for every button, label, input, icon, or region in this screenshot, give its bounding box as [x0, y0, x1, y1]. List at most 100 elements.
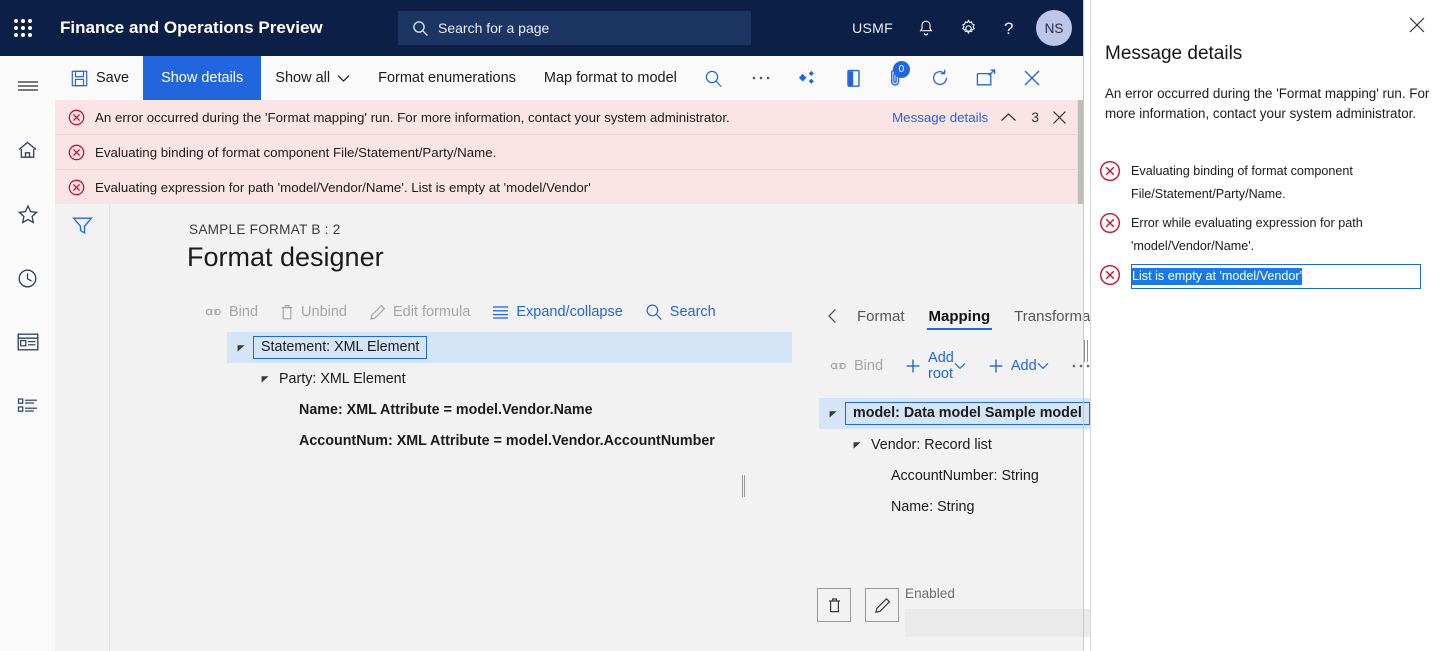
unbind-label: Unbind: [301, 304, 347, 320]
format-enumerations-button[interactable]: Format enumerations: [364, 56, 530, 100]
format-tree-node[interactable]: Name: XML Attribute = model.Vendor.Name: [227, 394, 792, 425]
expander-icon[interactable]: [823, 409, 843, 419]
message-count: 3: [1031, 109, 1039, 125]
mapping-pane: Format Mapping Transformations Bind Add …: [809, 292, 1160, 651]
edit-formula-button[interactable]: Edit formula: [358, 296, 481, 328]
related-information-button[interactable]: [786, 56, 832, 100]
ellipsis-icon: [1071, 362, 1091, 370]
chevron-up-icon[interactable]: [1000, 112, 1017, 123]
unbind-button[interactable]: Unbind: [269, 296, 358, 328]
bind-label: Bind: [229, 304, 259, 320]
expand-collapse-label: Expand/collapse: [516, 304, 623, 320]
message-text: An error occurred during the 'Format map…: [95, 109, 730, 125]
overflow-menu-button[interactable]: [736, 56, 786, 100]
app-launcher-icon[interactable]: [0, 0, 46, 56]
filter-rail: [55, 204, 110, 651]
save-button[interactable]: Save: [55, 56, 143, 100]
nav-right-group: USMF ? NS: [840, 0, 1084, 56]
expander-icon[interactable]: [255, 374, 275, 384]
close-icon[interactable]: [1404, 12, 1430, 38]
format-tree-node[interactable]: Statement: XML Element: [227, 332, 792, 363]
map-format-to-model-button[interactable]: Map format to model: [530, 56, 691, 100]
filter-icon[interactable]: [55, 204, 109, 248]
delete-button[interactable]: [817, 588, 851, 622]
show-all-dropdown[interactable]: Show all: [261, 56, 364, 100]
open-in-new-window-button[interactable]: [963, 56, 1009, 100]
message-actions: Message details 3: [892, 100, 1068, 134]
bind-button[interactable]: Bind: [194, 296, 269, 328]
left-navigation-rail: [0, 56, 56, 651]
open-in-office-button[interactable]: [832, 56, 875, 100]
enabled-label: Enabled: [905, 586, 955, 601]
attachments-count-badge: 0: [892, 61, 910, 78]
tab-format[interactable]: Format: [845, 298, 917, 334]
open-in-office-icon: [845, 69, 862, 88]
message-text: Evaluating expression for path 'model/Ve…: [95, 179, 591, 195]
star-icon[interactable]: [0, 190, 55, 238]
flyout-message-input[interactable]: List is empty at 'model/Vendor': [1131, 264, 1421, 289]
expand-collapse-button[interactable]: Expand/collapse: [481, 296, 633, 328]
tree-splitter-handle[interactable]: [742, 475, 745, 497]
flyout-message-text: Error while evaluating expression for pa…: [1131, 216, 1363, 253]
format-tree-node[interactable]: AccountNum: XML Attribute = model.Vendor…: [227, 425, 792, 456]
refresh-button[interactable]: [917, 56, 963, 100]
avatar[interactable]: NS: [1036, 10, 1072, 46]
expander-icon[interactable]: [231, 343, 251, 353]
breadcrumb: SAMPLE FORMAT B : 2: [189, 222, 341, 237]
close-page-button[interactable]: [1009, 56, 1055, 100]
modules-icon[interactable]: [0, 382, 55, 430]
command-search-button[interactable]: [691, 56, 736, 100]
expander-icon[interactable]: [847, 440, 867, 450]
mapping-bind-button[interactable]: Bind: [819, 350, 894, 382]
format-tree-node-label: Statement: XML Element: [253, 336, 428, 359]
chevron-left-icon[interactable]: [819, 301, 845, 331]
pane-splitter-handle[interactable]: [1084, 340, 1088, 362]
message-details-link[interactable]: Message details: [892, 110, 988, 125]
global-search-box[interactable]: Search for a page: [398, 11, 751, 45]
flyout-message-item-focused[interactable]: List is empty at 'model/Vendor': [1099, 264, 1437, 289]
format-tree-node-label: Name: XML Attribute = model.Vendor.Name: [299, 401, 593, 418]
app-brand-title: Finance and Operations Preview: [60, 18, 323, 37]
format-tree-node-label: AccountNum: XML Attribute = model.Vendor…: [299, 432, 715, 449]
pencil-icon: [369, 304, 386, 321]
add-root-button[interactable]: Add root: [894, 350, 977, 382]
model-tree-node-label: Vendor: Record list: [871, 436, 992, 453]
search-icon: [704, 69, 723, 88]
format-tree-node[interactable]: Party: XML Element: [227, 363, 792, 394]
close-icon[interactable]: [1051, 109, 1068, 126]
chevron-down-icon: [954, 362, 966, 370]
error-icon: [68, 179, 85, 196]
question-mark-icon[interactable]: ?: [990, 0, 1030, 56]
page-title: Format designer: [187, 242, 384, 272]
tree-search-button[interactable]: Search: [634, 296, 727, 328]
home-icon[interactable]: [0, 126, 55, 174]
add-button[interactable]: Add: [977, 350, 1060, 382]
flyout-message-text: Evaluating binding of format component F…: [1131, 164, 1353, 201]
format-tree-toolbar: Bind Unbind Edit formula Expand/collapse…: [194, 296, 727, 328]
tree-search-label: Search: [669, 304, 716, 320]
message-row: Evaluating expression for path 'model/Ve…: [55, 170, 1084, 204]
attachments-button[interactable]: 0: [875, 56, 917, 100]
edit-button[interactable]: [865, 588, 899, 622]
search-icon: [412, 20, 429, 37]
flyout-intro-text: An error occurred during the 'Format map…: [1105, 86, 1430, 121]
bell-icon[interactable]: [905, 0, 947, 56]
workspace: SAMPLE FORMAT B : 2 Format designer Bind…: [55, 204, 1160, 651]
error-icon: [1099, 264, 1121, 286]
workspaces-icon[interactable]: [0, 318, 55, 366]
company-selector[interactable]: USMF: [840, 0, 905, 56]
error-icon: [1099, 212, 1121, 234]
show-details-button[interactable]: Show details: [143, 56, 262, 100]
refresh-icon: [930, 68, 950, 88]
gear-icon[interactable]: [947, 0, 990, 56]
save-label: Save: [96, 70, 130, 86]
mapping-bind-label: Bind: [854, 358, 884, 374]
hamburger-icon[interactable]: [0, 62, 55, 110]
message-text: Evaluating binding of format component F…: [95, 144, 497, 160]
clock-icon[interactable]: [0, 254, 55, 302]
link-icon: [830, 359, 847, 373]
edit-formula-label: Edit formula: [392, 304, 471, 320]
error-icon: [68, 144, 85, 161]
error-icon: [1099, 160, 1121, 182]
tab-mapping[interactable]: Mapping: [917, 298, 1003, 334]
